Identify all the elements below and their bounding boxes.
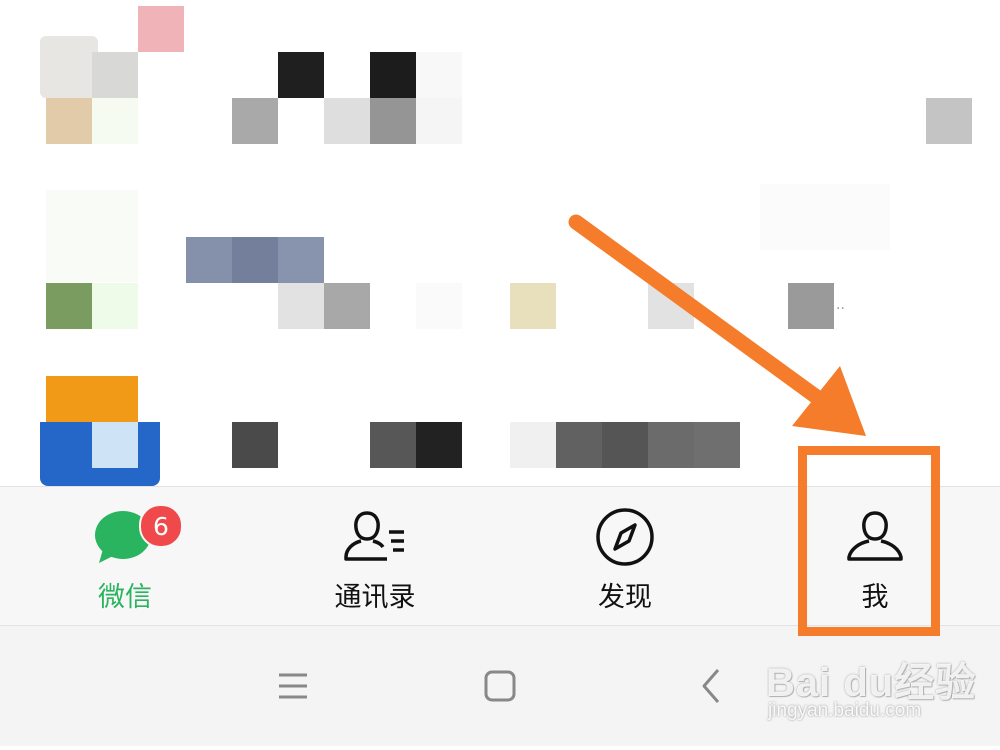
arrow-shaft bbox=[568, 214, 826, 406]
watermark-url: jingyan.baidu.com bbox=[768, 700, 922, 721]
arrow-head bbox=[792, 366, 866, 436]
watermark: Bai du经验 jingyan.baidu.com bbox=[766, 650, 996, 740]
highlight-box bbox=[798, 446, 940, 636]
